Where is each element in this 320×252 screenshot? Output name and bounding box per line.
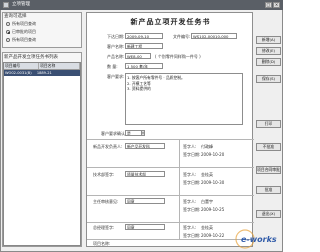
product-label: 产品名称: <box>107 54 125 59</box>
divider <box>87 222 254 223</box>
exit-button[interactable]: 退出(X) <box>256 210 281 218</box>
divider <box>87 167 254 168</box>
approve-button[interactable]: 批准 <box>256 186 281 194</box>
sign-date-value: 2009-10-25 <box>201 207 225 212</box>
save-button[interactable]: 保存(S) <box>256 75 281 83</box>
divider <box>179 196 180 222</box>
radio-dot[interactable] <box>6 30 10 34</box>
project-list-title: 新产品开发立项任务书列表 <box>4 55 58 60</box>
product-note: ( 个别零件同样购一件号 ) <box>155 54 201 59</box>
approval-4-label: 总经理签字: <box>93 225 115 230</box>
project-list[interactable]: 项目编号 项目名称 WO02-0031(B) 1889-21 <box>3 62 81 246</box>
product-field[interactable]: WE8-00 <box>125 53 151 59</box>
requirement-line: 3. 资料提供的 <box>127 86 151 91</box>
reject-button[interactable]: 不批准 <box>256 143 281 151</box>
signer-label: 签字人: <box>183 172 197 177</box>
project-name-label: 项目名称: <box>93 241 111 246</box>
quantity-label: 数 量: <box>107 64 118 69</box>
edit-button[interactable]: 修改(E) <box>256 47 281 55</box>
approval-2-dept[interactable]: 质量技术部 <box>125 171 165 177</box>
form-title: 新产品立项开发任务书 <box>130 18 211 26</box>
sign-date-label: 签字日期: <box>183 152 201 157</box>
requirements-textarea[interactable]: 1. 按客户所有零件号 · 品质控制。 2. 开模工艺等 3. 资料提供的 <box>125 73 243 125</box>
approval-4-comment[interactable]: 同意 <box>125 224 165 230</box>
confirm-label: 客户要求确认: <box>101 131 127 136</box>
divider <box>179 168 180 195</box>
doc-no-label: 文件编号: <box>173 34 191 39</box>
print-button[interactable]: 打印 <box>256 120 281 128</box>
signer-label: 签字人: <box>183 225 197 230</box>
signer-label: 签字人: <box>183 144 197 149</box>
doc-no-field[interactable]: WS102-00010-000 <box>191 33 237 39</box>
radio-all-projects[interactable]: 所有项目查询 <box>6 21 36 27</box>
signer-value: 金桂英 <box>201 225 213 230</box>
task-form: 新产品立项开发任务书 下达日期: 2009-09-10 文件编号: WS102-… <box>86 12 254 247</box>
delete-button[interactable]: 删除(D) <box>256 58 281 66</box>
sign-date-label: 签字日期: <box>183 180 201 185</box>
approval-3-comment[interactable]: 同意 <box>125 198 165 204</box>
approval-2-label: 技术部签字: <box>93 172 115 177</box>
e-works-watermark: e-works <box>235 229 277 249</box>
list-row-selected[interactable]: WO02-0031(B) 1889-21 <box>4 70 80 76</box>
sign-date-label: 签字日期: <box>183 207 201 212</box>
column-header[interactable]: 项目名称 <box>39 63 80 69</box>
row-cell: WO02-0031(B) <box>5 71 32 75</box>
quantity-field[interactable]: 1 500 套/年 <box>125 63 163 69</box>
sign-date-value: 2009-10-20 <box>201 152 225 157</box>
signer-value: 付政峰 <box>201 144 213 149</box>
sign-date-value: 2009-10-30 <box>201 180 225 185</box>
radio-dot[interactable] <box>6 38 10 42</box>
add-button[interactable]: 新增(A) <box>256 36 281 44</box>
issue-date-label: 下达日期: <box>107 34 125 39</box>
divider <box>87 239 254 240</box>
title-bar <box>0 0 283 10</box>
column-header[interactable]: 项目编号 <box>4 63 40 69</box>
chevron-down-icon[interactable]: ▾ <box>141 130 145 136</box>
radio-approved-projects[interactable]: 已审批的项目 <box>6 29 36 35</box>
divider <box>179 223 180 239</box>
radio-all-projects-2[interactable]: 所有项目查询 <box>6 37 36 43</box>
divider <box>87 139 254 140</box>
close-button[interactable]: × <box>273 2 280 8</box>
approval-3-label: 主任审核意见: <box>93 199 119 204</box>
requirements-label: 客户要求: <box>107 74 125 79</box>
app-icon <box>3 2 9 8</box>
query-group-title: 查询可选择 <box>4 14 27 19</box>
approval-1-label: 新品开发负责人: <box>93 144 123 149</box>
radio-dot[interactable] <box>6 22 10 26</box>
client-label: 客户名称: <box>107 44 125 49</box>
sign-date-value: 2009-10-22 <box>201 233 225 238</box>
row-cell: 1889-21 <box>36 71 52 75</box>
contract-approval-button[interactable]: 项目合同审批 <box>256 166 281 174</box>
list-header: 项目编号 项目名称 <box>4 63 80 70</box>
issue-date-field[interactable]: 2009-09-10 <box>125 33 163 39</box>
approval-1-dept[interactable]: 新产品开发科 <box>125 143 165 149</box>
client-field[interactable]: 新建工程 <box>125 43 163 49</box>
signer-value: 白董宇 <box>201 199 213 204</box>
window-title: 立项管理 <box>12 2 30 7</box>
signer-value: 金桂英 <box>201 172 213 177</box>
watermark-text: e-works <box>241 235 277 244</box>
divider <box>179 140 180 167</box>
divider <box>87 195 254 196</box>
signer-label: 签字人: <box>183 199 197 204</box>
maximize-button[interactable]: ▢ <box>265 2 272 8</box>
